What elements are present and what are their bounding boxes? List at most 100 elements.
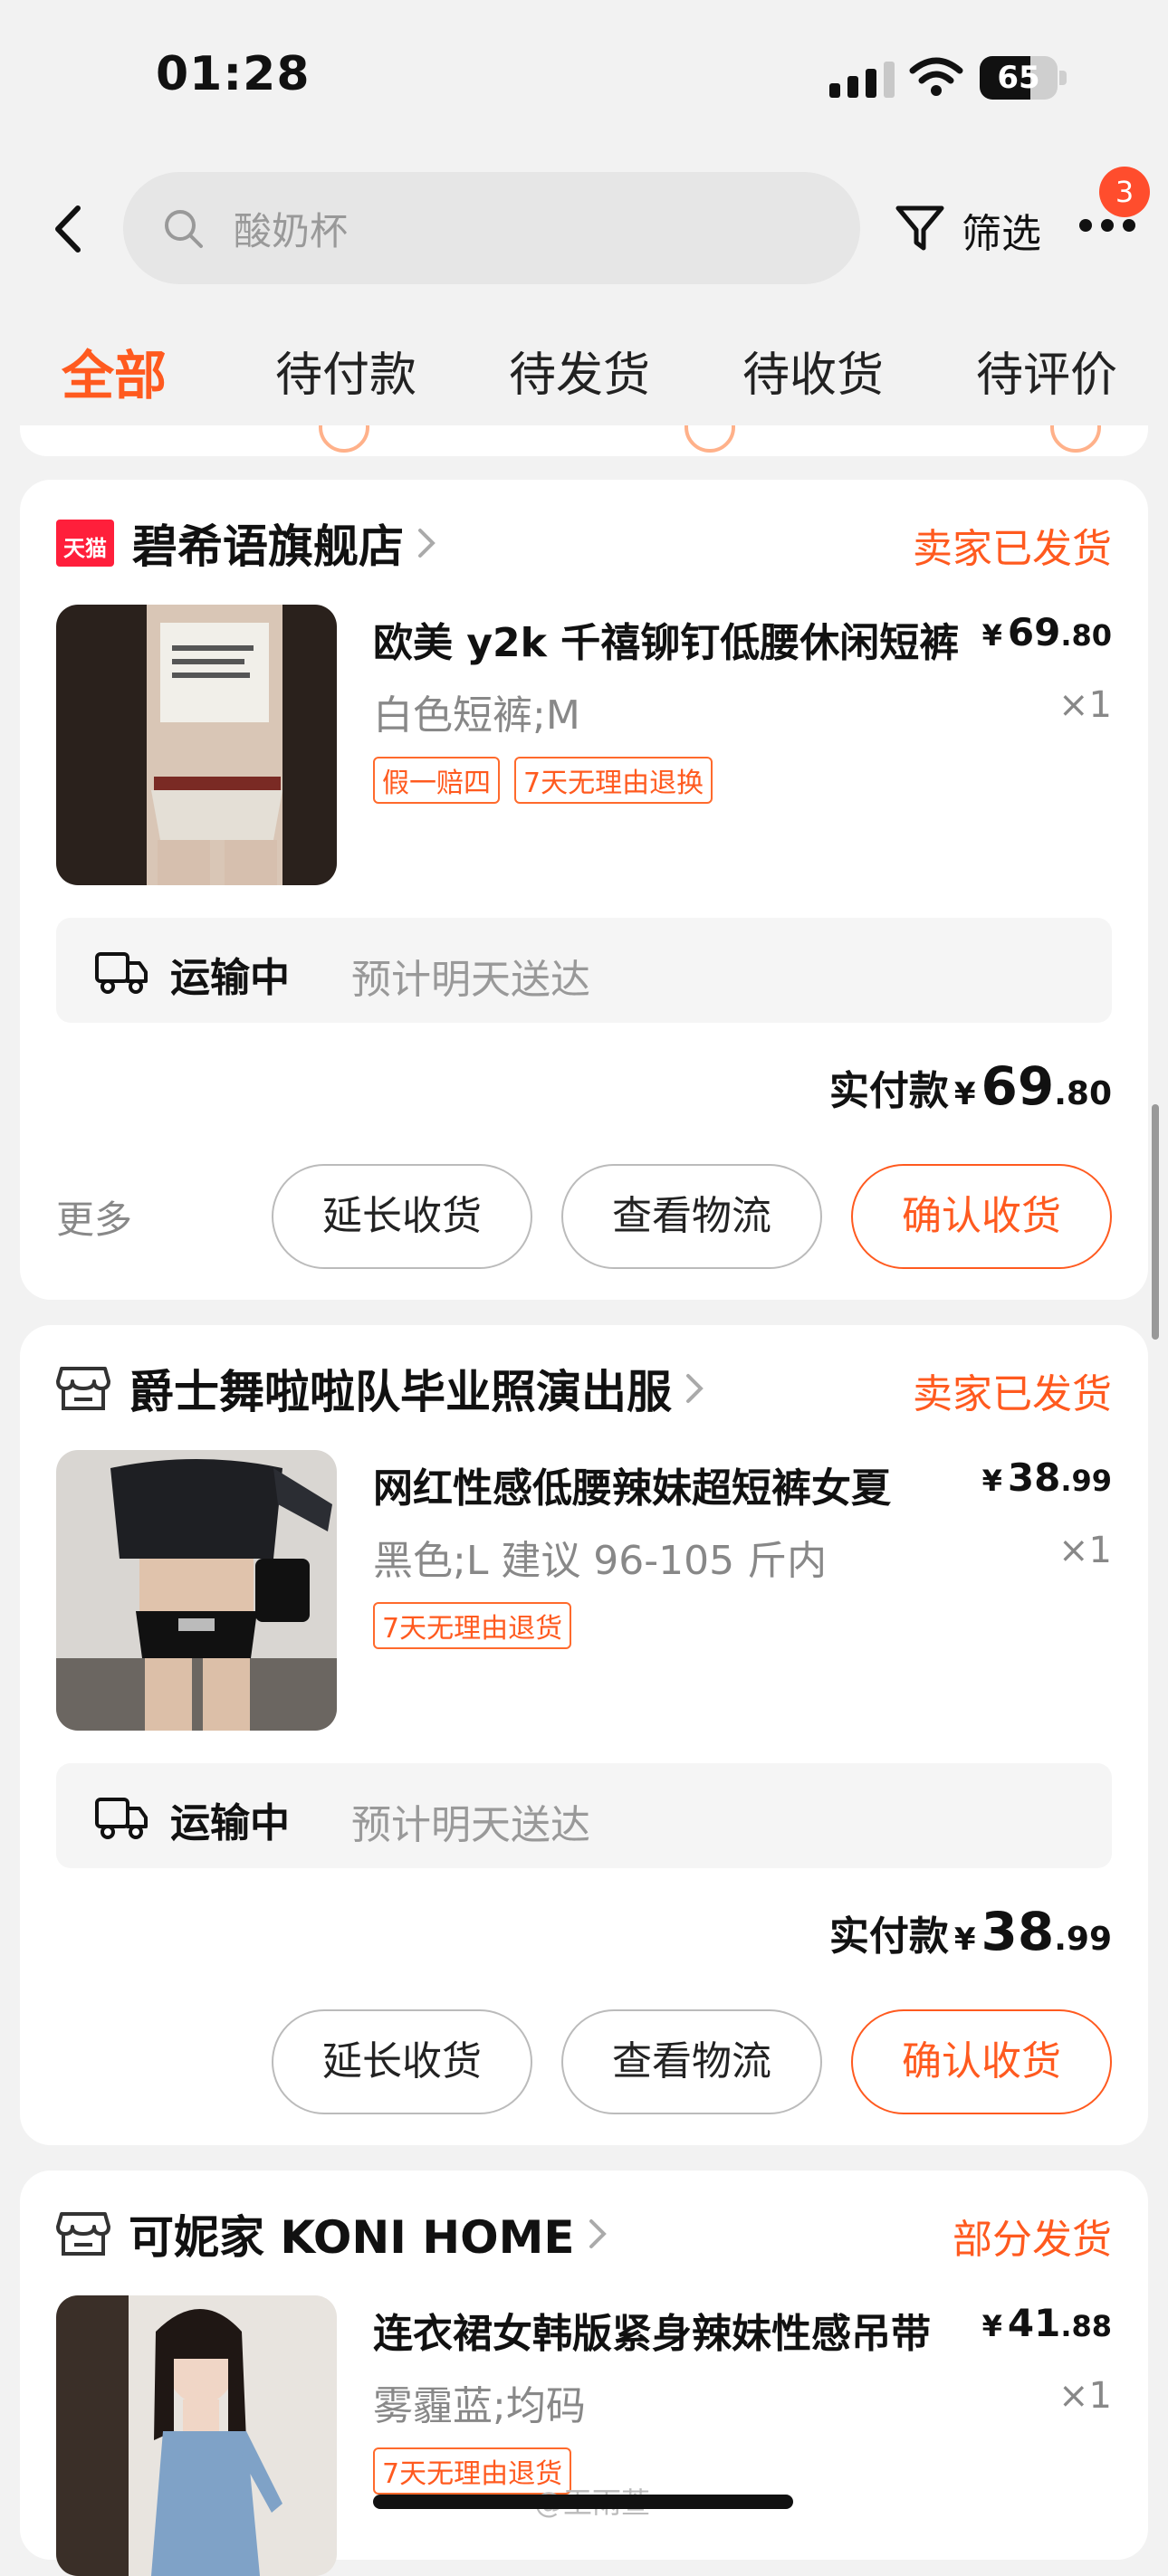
more-dots-icon bbox=[1079, 219, 1092, 232]
price-integer: 41 bbox=[1007, 2301, 1061, 2345]
order-status: 部分发货 bbox=[953, 2217, 1112, 2263]
paid-integer: 69 bbox=[981, 1055, 1055, 1117]
currency-symbol: ¥ bbox=[953, 1076, 976, 1112]
service-tags: 假一赔四 7天无理由退换 bbox=[373, 757, 713, 804]
action-icon-edge bbox=[319, 425, 369, 453]
currency-symbol: ¥ bbox=[953, 1922, 976, 1958]
home-indicator[interactable] bbox=[373, 2495, 793, 2509]
tmall-badge-label: 天猫 bbox=[63, 536, 107, 561]
tab-pending-shipment[interactable]: 待发货 bbox=[509, 337, 650, 405]
filter-funnel-icon bbox=[895, 205, 944, 251]
scrollbar[interactable] bbox=[1152, 1104, 1159, 1340]
truck-icon bbox=[95, 1798, 148, 1839]
paid-decimal: .80 bbox=[1054, 1075, 1112, 1112]
product-quantity: ×1 bbox=[1058, 684, 1112, 726]
tab-pending-receipt[interactable]: 待收货 bbox=[742, 337, 884, 405]
store-icon bbox=[56, 1367, 110, 1410]
extend-receipt-button[interactable]: 延长收货 bbox=[272, 2009, 532, 2114]
previous-card-edge bbox=[20, 425, 1148, 456]
shop-name: 碧希语旗舰店 bbox=[132, 520, 404, 573]
product-price: ¥41.88 bbox=[982, 2301, 1112, 2345]
price-integer: 69 bbox=[1007, 610, 1061, 654]
view-logistics-button[interactable]: 查看物流 bbox=[561, 1164, 822, 1269]
paid-amount: 实付款 ¥38.99 bbox=[829, 1901, 1112, 1962]
product-price: ¥69.80 bbox=[982, 610, 1112, 654]
chevron-right-icon bbox=[686, 1374, 704, 1403]
logistics-bar[interactable]: 运输中 预计明天送达 bbox=[56, 918, 1112, 1023]
product-image[interactable] bbox=[56, 2295, 337, 2576]
battery-icon: 65 bbox=[980, 56, 1067, 100]
service-tags: 7天无理由退货 bbox=[373, 1602, 572, 1649]
filter-label: 筛选 bbox=[962, 211, 1041, 257]
service-tag: 7天无理由退换 bbox=[514, 757, 713, 804]
product-quantity: ×1 bbox=[1058, 1530, 1112, 1571]
order-card: 天猫 碧希语旗舰店 卖家已发货 欧美 y2k 千禧铆钉低腰休闲短裤 ¥69.80… bbox=[20, 480, 1148, 1300]
product-image[interactable] bbox=[56, 1450, 337, 1731]
paid-amount: 实付款 ¥69.80 bbox=[829, 1055, 1112, 1117]
header: 01:28 65 酸奶杯 筛选 3 全部 待付款 待发货 待收货 待评价 bbox=[0, 0, 1168, 425]
order-status: 卖家已发货 bbox=[913, 1371, 1112, 1417]
wifi-icon bbox=[909, 57, 963, 96]
logistics-status: 运输中 bbox=[170, 1800, 290, 1846]
view-logistics-button[interactable]: 查看物流 bbox=[561, 2009, 822, 2114]
product-price: ¥38.99 bbox=[982, 1455, 1112, 1500]
product-title[interactable]: 网红性感低腰辣妹超短裤女夏 bbox=[373, 1455, 971, 1513]
extend-receipt-button[interactable]: 延长收货 bbox=[272, 1164, 532, 1269]
cellular-signal-icon bbox=[829, 62, 895, 98]
more-dot bbox=[1101, 219, 1114, 232]
notification-badge: 3 bbox=[1099, 167, 1150, 217]
action-icon-edge bbox=[685, 425, 735, 453]
truck-icon bbox=[95, 952, 148, 994]
battery-level: 65 bbox=[997, 60, 1040, 96]
price-decimal: .80 bbox=[1060, 618, 1112, 653]
order-status: 卖家已发货 bbox=[913, 526, 1112, 572]
tab-pending-payment[interactable]: 待付款 bbox=[275, 337, 416, 405]
tmall-badge: 天猫 bbox=[56, 520, 114, 567]
product-sku: 雾霾蓝;均码 bbox=[373, 2383, 586, 2429]
paid-integer: 38 bbox=[981, 1901, 1055, 1962]
product-title[interactable]: 欧美 y2k 千禧铆钉低腰休闲短裤 bbox=[373, 610, 971, 668]
shop-header[interactable]: 爵士舞啦啦队毕业照演出服 bbox=[56, 1360, 704, 1418]
shop-header[interactable]: 天猫 碧希语旗舰店 bbox=[56, 514, 436, 573]
search-placeholder: 酸奶杯 bbox=[234, 209, 349, 253]
shop-header[interactable]: 可妮家 KONI HOME bbox=[56, 2205, 608, 2264]
more-menu-button[interactable] bbox=[1079, 214, 1137, 239]
currency-symbol: ¥ bbox=[981, 1464, 1002, 1498]
confirm-receipt-button[interactable]: 确认收货 bbox=[851, 2009, 1112, 2114]
order-tabs: 全部 待付款 待发货 待收货 待评价 bbox=[0, 326, 1168, 416]
tab-all[interactable]: 全部 bbox=[62, 333, 167, 409]
back-arrow-icon[interactable] bbox=[45, 197, 91, 261]
clock: 01:28 bbox=[156, 47, 311, 101]
tab-pending-review[interactable]: 待评价 bbox=[976, 337, 1117, 405]
search-icon bbox=[165, 210, 203, 248]
price-decimal: .99 bbox=[1060, 1464, 1112, 1498]
search-input[interactable]: 酸奶杯 bbox=[123, 172, 860, 284]
currency-symbol: ¥ bbox=[981, 618, 1002, 653]
shop-name: 可妮家 KONI HOME bbox=[129, 2211, 575, 2264]
confirm-receipt-button[interactable]: 确认收货 bbox=[851, 1164, 1112, 1269]
price-decimal: .88 bbox=[1060, 2309, 1112, 2343]
logistics-status: 运输中 bbox=[170, 955, 290, 1001]
product-title[interactable]: 连衣裙女韩版紧身辣妹性感吊带 bbox=[373, 2301, 971, 2359]
chevron-right-icon bbox=[418, 529, 436, 558]
product-sku: 白色短裤;M bbox=[373, 692, 580, 739]
logistics-bar[interactable]: 运输中 预计明天送达 bbox=[56, 1763, 1112, 1868]
price-integer: 38 bbox=[1007, 1455, 1061, 1500]
more-actions-link[interactable]: 更多 bbox=[56, 1189, 132, 1245]
more-dot bbox=[1123, 219, 1135, 232]
product-sku: 黑色;L 建议 96-105 斤内 bbox=[373, 1538, 828, 1584]
logistics-eta: 预计明天送达 bbox=[351, 1802, 590, 1848]
currency-symbol: ¥ bbox=[981, 2309, 1002, 2343]
paid-label: 实付款 bbox=[828, 1913, 949, 1960]
chevron-right-icon bbox=[589, 2219, 607, 2248]
shop-name: 爵士舞啦啦队毕业照演出服 bbox=[129, 1366, 672, 1418]
action-icon-edge bbox=[1050, 425, 1101, 453]
product-quantity: ×1 bbox=[1058, 2375, 1112, 2417]
service-tag: 7天无理由退货 bbox=[373, 1602, 572, 1649]
logistics-eta: 预计明天送达 bbox=[351, 957, 590, 1003]
paid-label: 实付款 bbox=[828, 1068, 949, 1114]
paid-decimal: .99 bbox=[1054, 1921, 1112, 1958]
store-icon bbox=[56, 2212, 110, 2256]
product-image[interactable] bbox=[56, 605, 337, 885]
status-bar: 01:28 65 bbox=[0, 0, 1168, 158]
